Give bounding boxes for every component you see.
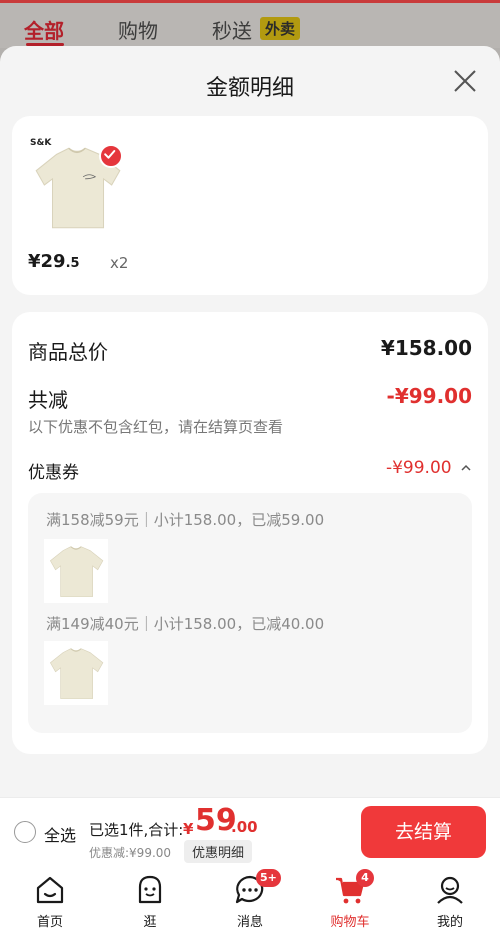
reduction-note: 以下优惠不包含红包，请在结算页查看 bbox=[28, 418, 284, 436]
checkout-bar: 全选 已选1件,合计: ¥ 59 .00 优惠减:¥99.00 优惠明细 去结算 bbox=[0, 797, 500, 867]
takeout-badge: 外卖 bbox=[260, 17, 301, 40]
coupon-detail-box: 满158减59元｜小计158.00，已减59.00 满149减40元｜小计158… bbox=[28, 493, 472, 733]
nav-browse[interactable]: 逛 bbox=[100, 867, 200, 942]
tab-all[interactable]: 全部 bbox=[24, 15, 64, 44]
product-card: S&K ¥29.5 x2 bbox=[12, 116, 488, 295]
select-all-radio[interactable] bbox=[14, 821, 36, 843]
coupon-product-image-1 bbox=[44, 539, 108, 603]
message-badge: 5+ bbox=[256, 869, 281, 887]
sheet-title: 金额明细 bbox=[205, 76, 294, 101]
cart-badge: 4 bbox=[356, 869, 374, 887]
browse-icon bbox=[138, 875, 162, 904]
profile-icon bbox=[437, 876, 463, 904]
checkout-button[interactable]: 去结算 bbox=[361, 806, 486, 858]
total-reduction-value: -¥99.00 bbox=[386, 384, 472, 408]
nav-profile[interactable]: 我的 bbox=[400, 867, 500, 942]
brand-logo: S&K bbox=[30, 138, 52, 148]
top-tab-bar: 全部 购物 秒送 外卖 bbox=[0, 0, 500, 48]
coupon-label: 优惠券 bbox=[28, 463, 79, 483]
coupon-rule-1: 满158减59元｜小计158.00，已减59.00 bbox=[46, 511, 325, 529]
total-price-value: ¥158.00 bbox=[380, 336, 472, 360]
coupon-product-image-2 bbox=[44, 641, 108, 705]
select-all-label[interactable]: 全选 bbox=[44, 822, 76, 846]
selected-count-text: 已选1件,合计: bbox=[89, 821, 184, 839]
nav-messages[interactable]: 5+ 消息 bbox=[200, 867, 300, 942]
discount-amount: 优惠减:¥99.00 bbox=[89, 846, 172, 860]
home-icon bbox=[36, 876, 64, 904]
coupon-rule-2: 满149减40元｜小计158.00，已减40.00 bbox=[46, 615, 325, 633]
price-detail-card: 商品总价 ¥158.00 共减 -¥99.00 以下优惠不包含红包，请在结算页查… bbox=[12, 312, 488, 754]
total-currency: ¥ bbox=[183, 820, 194, 838]
product-price: ¥29.5 bbox=[28, 251, 80, 272]
tab-flash-delivery[interactable]: 秒送 bbox=[212, 15, 252, 44]
bottom-nav: 首页 逛 5+ 消息 4 购物车 我的 bbox=[0, 867, 500, 942]
selected-check-icon bbox=[99, 144, 123, 168]
tab-shopping[interactable]: 购物 bbox=[118, 15, 158, 44]
product-quantity: x2 bbox=[110, 254, 129, 272]
chevron-up-icon bbox=[461, 464, 471, 471]
close-icon[interactable] bbox=[450, 66, 480, 96]
total-price-label: 商品总价 bbox=[28, 340, 108, 364]
coupon-value: -¥99.00 bbox=[385, 458, 452, 478]
total-reduction-label: 共减 bbox=[28, 388, 68, 412]
nav-home[interactable]: 首页 bbox=[0, 867, 100, 942]
coupon-toggle[interactable]: -¥99.00 bbox=[386, 458, 472, 478]
total-amount-decimal: .00 bbox=[231, 818, 258, 836]
nav-cart[interactable]: 4 购物车 bbox=[300, 867, 400, 942]
discount-detail-button[interactable]: 优惠明细 bbox=[184, 840, 253, 863]
